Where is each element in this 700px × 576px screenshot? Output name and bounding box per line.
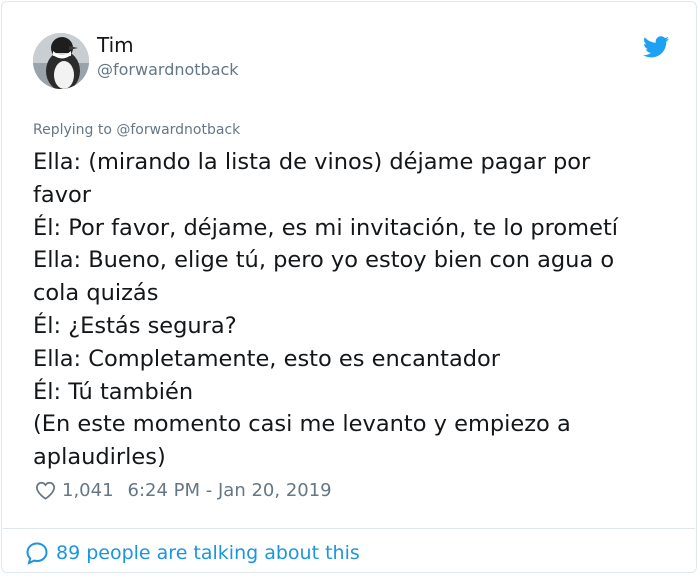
replying-to[interactable]: Replying to @forwardnotback	[33, 122, 240, 138]
like-count[interactable]: 1,041	[62, 480, 114, 501]
talking-about-link[interactable]: 89 people are talking about this	[25, 540, 360, 566]
tweet-line: Ella: Bueno, elige tú, pero yo estoy bie…	[33, 247, 615, 274]
tweet-line: cola quizás	[33, 280, 159, 307]
display-name[interactable]: Tim	[97, 33, 134, 57]
avatar[interactable]	[33, 33, 89, 89]
penguin-avatar-image	[33, 33, 89, 89]
tweet-line: Él: ¿Estás segura?	[33, 312, 237, 339]
divider	[3, 528, 695, 529]
user-handle[interactable]: @forwardnotback	[97, 60, 239, 79]
tweet-line: aplaudirles)	[33, 444, 166, 471]
tweet-card: Tim @forwardnotback Replying to @forward…	[1, 1, 697, 573]
twitter-bird-icon[interactable]	[643, 36, 669, 58]
tweet-line: Ella: (mirando la lista de vinos) déjame…	[33, 149, 591, 175]
tweet-line: Ella: Completamente, esto es encantador	[33, 345, 501, 372]
tweet-line: favor	[33, 181, 92, 208]
tweet-line: (En este momento casi me levanto y empie…	[33, 411, 571, 438]
tweet-meta: 1,041 6:24 PM - Jan 20, 2019	[35, 478, 332, 502]
comment-bubble-icon	[26, 542, 48, 565]
talking-about-label: 89 people are talking about this	[56, 542, 360, 564]
tweet-timestamp[interactable]: 6:24 PM - Jan 20, 2019	[128, 480, 332, 501]
tweet-line: Él: Por favor, déjame, es mi invitación,…	[33, 214, 619, 241]
heart-icon[interactable]	[35, 481, 56, 500]
tweet-line: Él: Tú también	[33, 378, 194, 405]
tweet-text: Ella: (mirando la lista de vinos) déjame…	[33, 146, 683, 474]
